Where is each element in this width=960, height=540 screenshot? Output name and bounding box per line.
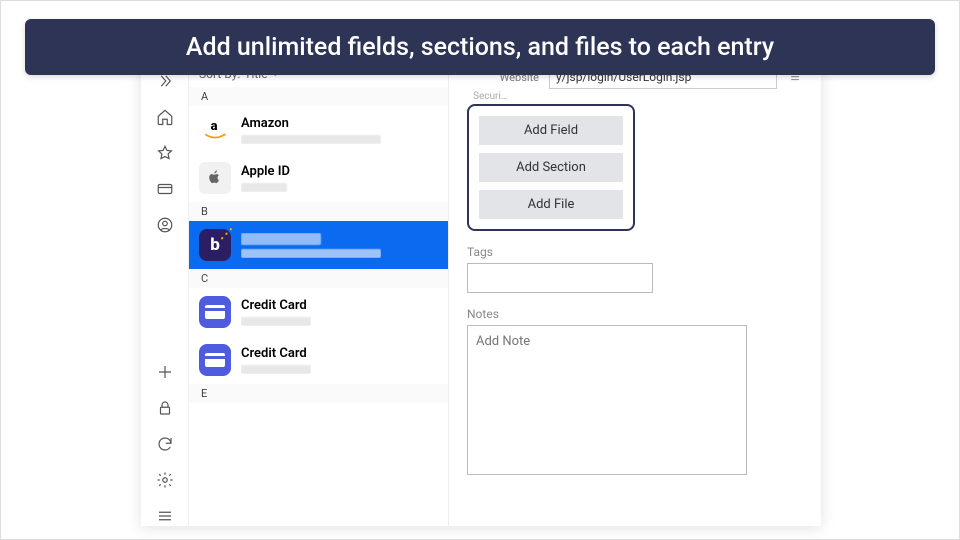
banner: Add unlimited fields, sections, and file…: [25, 19, 935, 75]
add-field-button[interactable]: Add Field: [479, 116, 623, 145]
item-title: Amazon: [241, 116, 381, 131]
item-subtitle-redacted: [241, 365, 311, 374]
item-subtitle-redacted: [241, 183, 287, 192]
add-section-button[interactable]: Add Section: [479, 153, 623, 182]
list-item-apple[interactable]: Apple ID: [189, 154, 448, 202]
add-file-button[interactable]: Add File: [479, 190, 623, 219]
security-label-cut: Securi…: [473, 91, 803, 102]
item-title: Credit Card: [241, 346, 311, 361]
notes-input[interactable]: [467, 325, 747, 475]
b-app-icon: b⋰: [199, 229, 231, 261]
alpha-header-a: A: [189, 87, 448, 106]
item-subtitle-redacted: [241, 317, 311, 326]
detail-panel: Website ≡ Securi… Add Field Add Section …: [449, 61, 821, 526]
star-icon[interactable]: [155, 143, 175, 163]
refresh-icon[interactable]: [155, 434, 175, 454]
card-icon[interactable]: [155, 179, 175, 199]
credit-card-icon: [199, 344, 231, 376]
credit-card-icon: [199, 296, 231, 328]
app-window: Sort By: Title ⌄ A a Amazon Apple ID B: [141, 61, 821, 526]
amazon-icon: a: [199, 114, 231, 146]
plus-icon[interactable]: [155, 362, 175, 382]
alpha-header-b: B: [189, 202, 448, 221]
tags-input[interactable]: [467, 263, 653, 293]
nav-rail: [141, 61, 189, 526]
tags-label: Tags: [467, 245, 803, 259]
item-title: Credit Card: [241, 298, 311, 313]
list-item-amazon[interactable]: a Amazon: [189, 106, 448, 154]
item-subtitle-redacted: [241, 135, 381, 144]
list-item-credit-2[interactable]: Credit Card: [189, 336, 448, 384]
list-item-selected[interactable]: b⋰: [189, 221, 448, 269]
item-title-redacted: [241, 233, 321, 245]
entry-list: Sort By: Title ⌄ A a Amazon Apple ID B: [189, 61, 449, 526]
alpha-header-c: C: [189, 269, 448, 288]
svg-text:a: a: [211, 119, 218, 134]
home-icon[interactable]: [155, 107, 175, 127]
alpha-header-e: E: [189, 384, 448, 403]
item-subtitle-redacted: [241, 249, 381, 258]
lock-icon[interactable]: [155, 398, 175, 418]
add-actions-box: Add Field Add Section Add File: [467, 104, 635, 231]
gear-icon[interactable]: [155, 470, 175, 490]
apple-icon: [199, 162, 231, 194]
profile-icon[interactable]: [155, 215, 175, 235]
item-title: Apple ID: [241, 164, 290, 179]
notes-label: Notes: [467, 307, 803, 321]
menu-icon[interactable]: [155, 506, 175, 526]
list-item-credit-1[interactable]: Credit Card: [189, 288, 448, 336]
